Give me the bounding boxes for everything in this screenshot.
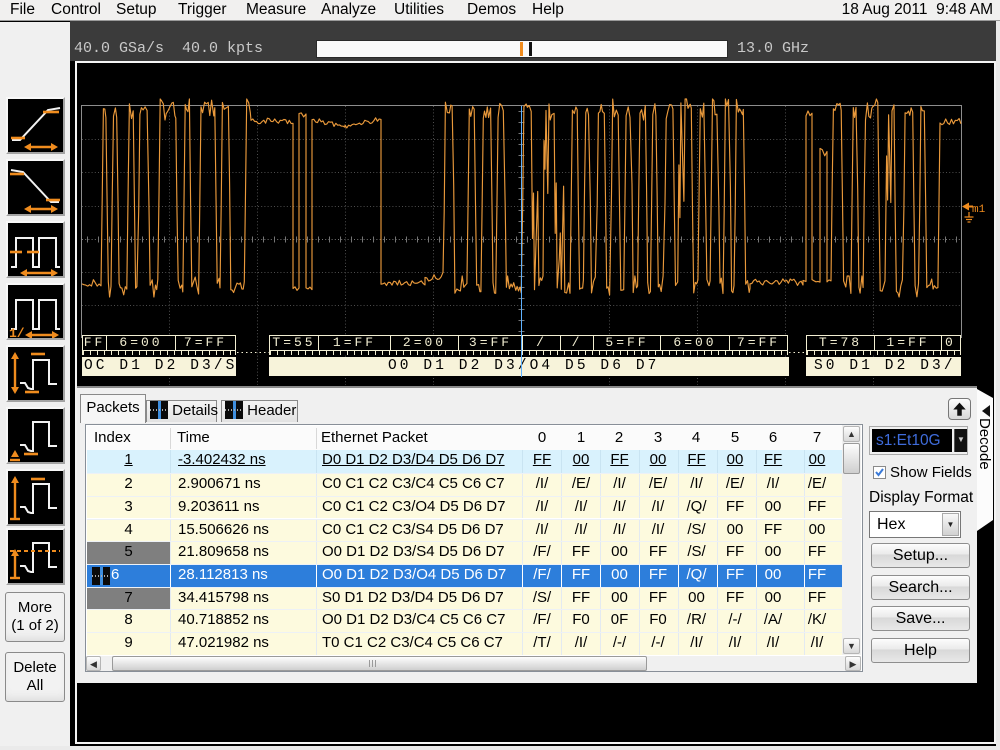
svg-text:m1: m1 [972, 204, 986, 216]
